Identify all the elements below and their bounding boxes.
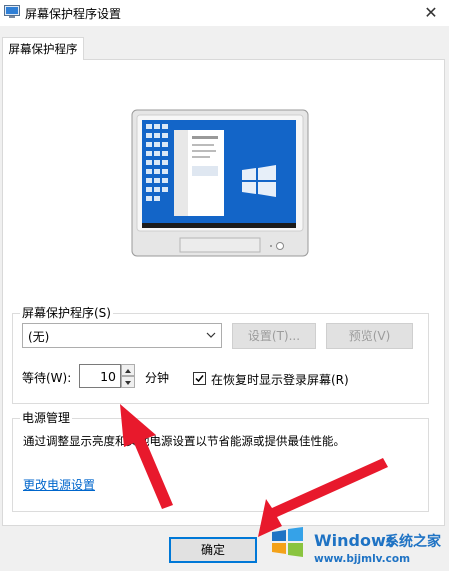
- resume-checkbox-label[interactable]: 在恢复时显示登录屏幕(R): [211, 371, 349, 388]
- chevron-down-icon: [206, 332, 216, 338]
- watermark-brand-cn: 系统之家: [385, 534, 441, 550]
- monitor-preview: [131, 109, 309, 257]
- title-bar: 屏幕保护程序设置 ✕: [0, 0, 449, 26]
- checkmark-icon: [195, 375, 204, 383]
- ok-button[interactable]: 确定: [169, 537, 257, 563]
- screensaver-app-icon: [4, 5, 20, 18]
- windows-logo-icon: [272, 527, 303, 557]
- wait-unit: 分钟: [145, 371, 170, 385]
- caret-down-icon: [125, 381, 131, 385]
- power-group-title: 电源管理: [20, 409, 73, 426]
- wait-stepper[interactable]: 10: [79, 364, 135, 388]
- screensaver-select-value: (无): [28, 330, 50, 344]
- resume-checkbox[interactable]: [193, 372, 206, 385]
- tab-screensaver[interactable]: 屏幕保护程序: [2, 37, 84, 60]
- stepper-down-button[interactable]: [121, 376, 135, 388]
- close-icon[interactable]: ✕: [413, 0, 449, 26]
- wait-value: 10: [100, 369, 116, 384]
- change-power-settings-link[interactable]: 更改电源设置: [23, 476, 95, 493]
- settings-button[interactable]: 设置(T)...: [232, 323, 316, 349]
- watermark-brand: Windows: [314, 531, 396, 550]
- wait-field[interactable]: 10: [79, 364, 121, 388]
- stepper-up-button[interactable]: [121, 364, 135, 376]
- wait-label: 等待(W):: [22, 371, 72, 385]
- power-description: 通过调整显示亮度和其他电源设置以节省能源或提供最佳性能。: [23, 434, 345, 448]
- caret-up-icon: [125, 369, 131, 373]
- screensaver-group-title: 屏幕保护程序(S): [20, 304, 113, 321]
- window-title: 屏幕保护程序设置: [25, 7, 122, 21]
- screensaver-select[interactable]: (无): [22, 323, 222, 348]
- watermark-url: www.bjjmlv.com: [314, 553, 411, 565]
- preview-button[interactable]: 预览(V): [326, 323, 413, 349]
